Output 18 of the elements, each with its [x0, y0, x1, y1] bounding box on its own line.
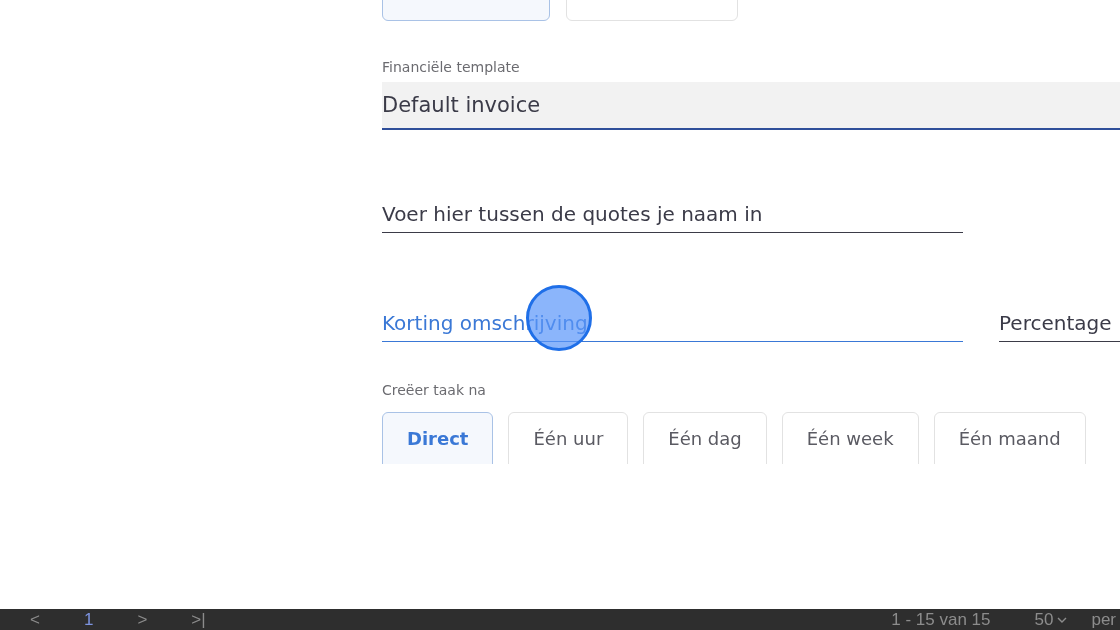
- name-field[interactable]: Voer hier tussen de quotes je naam in: [382, 202, 963, 233]
- delay-option-button[interactable]: Één uur: [508, 412, 629, 464]
- percentage-field[interactable]: Percentage: [999, 311, 1120, 342]
- delay-option-button[interactable]: Één maand: [933, 412, 1086, 464]
- template-select[interactable]: Default invoice: [382, 82, 1120, 130]
- chevron-down-icon: [1057, 616, 1068, 623]
- next-page-button[interactable]: >: [137, 609, 148, 630]
- page-number[interactable]: 1: [83, 609, 94, 630]
- field-label: Creëer taak na: [382, 382, 486, 398]
- delay-option-button[interactable]: Één dag: [643, 412, 767, 464]
- previous-page-button[interactable]: <: [30, 609, 40, 630]
- delay-option-button[interactable]: Één week: [781, 412, 919, 464]
- range-text: 1 - 15 van 15: [891, 609, 991, 630]
- delay-option-button[interactable]: Direct: [382, 412, 494, 464]
- last-page-button[interactable]: >|: [191, 609, 206, 630]
- field-label: Financiële template: [382, 59, 520, 75]
- per-text: per: [1091, 609, 1116, 630]
- page-size-select[interactable]: 50: [1034, 609, 1068, 630]
